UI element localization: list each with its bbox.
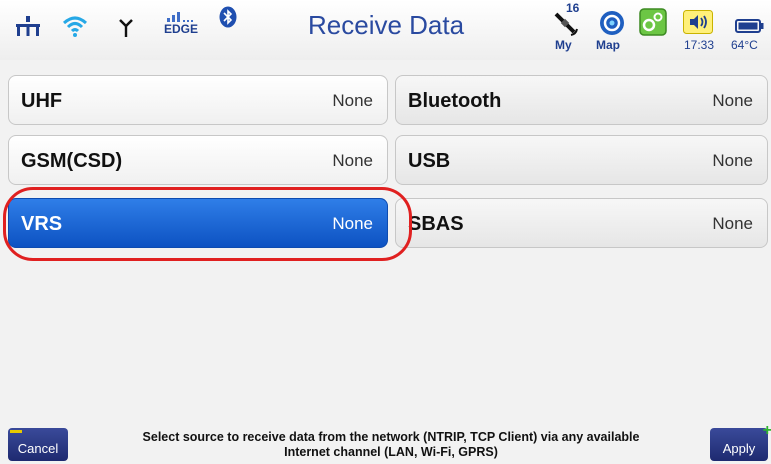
corner-mark-icon xyxy=(10,430,22,433)
source-value: None xyxy=(332,151,373,170)
source-name: USB xyxy=(408,150,451,172)
my-label: My xyxy=(555,38,572,52)
wifi-icon[interactable] xyxy=(62,14,88,38)
network-type-label: EDGE xyxy=(164,22,199,36)
antenna-icon[interactable] xyxy=(118,18,134,38)
map-icon[interactable] xyxy=(599,10,625,36)
source-value: None xyxy=(332,91,373,110)
battery-icon[interactable] xyxy=(735,18,765,34)
map-label: Map xyxy=(596,38,620,52)
source-vrs-button[interactable]: VRS None xyxy=(8,198,388,248)
help-text: Select source to receive data from the n… xyxy=(80,430,702,460)
source-gsm-button[interactable]: GSM(CSD) None xyxy=(8,135,388,185)
clock-label: 17:33 xyxy=(684,38,715,52)
page-title: Receive Data xyxy=(308,10,465,40)
source-value: None xyxy=(712,91,753,110)
satellite-count: 16 xyxy=(566,1,580,15)
source-name: UHF xyxy=(21,90,63,112)
help-text-line2: Internet channel (LAN, Wi-Fi, GPRS) xyxy=(284,445,498,459)
settings-icon[interactable] xyxy=(639,8,667,36)
bluetooth-icon[interactable] xyxy=(219,6,237,28)
cancel-label: Cancel xyxy=(17,441,59,456)
signal-icon[interactable] xyxy=(166,10,196,22)
source-value: None xyxy=(712,214,753,233)
cancel-button[interactable]: Cancel xyxy=(8,428,68,461)
source-bluetooth-button[interactable]: Bluetooth None xyxy=(395,75,768,125)
apply-label: Apply xyxy=(722,441,756,456)
speaker-icon[interactable] xyxy=(683,10,713,34)
source-uhf-button[interactable]: UHF None xyxy=(8,75,388,125)
status-bar: EDGE Receive Data 16 My Map 17:33 64°C xyxy=(0,0,771,60)
source-usb-button[interactable]: USB None xyxy=(395,135,768,185)
apply-button[interactable]: + Apply xyxy=(710,422,771,461)
help-text-line1: Select source to receive data from the n… xyxy=(142,430,640,444)
plus-icon: + xyxy=(762,422,771,439)
temperature-label: 64°C xyxy=(731,38,758,52)
source-name: GSM(CSD) xyxy=(21,150,123,172)
source-name: Bluetooth xyxy=(408,90,502,112)
network-icon[interactable] xyxy=(14,14,42,40)
source-value: None xyxy=(712,151,753,170)
source-name: VRS xyxy=(21,213,63,235)
source-sbas-button[interactable]: SBAS None xyxy=(395,198,768,248)
source-name: SBAS xyxy=(408,213,464,235)
source-value: None xyxy=(332,214,373,233)
